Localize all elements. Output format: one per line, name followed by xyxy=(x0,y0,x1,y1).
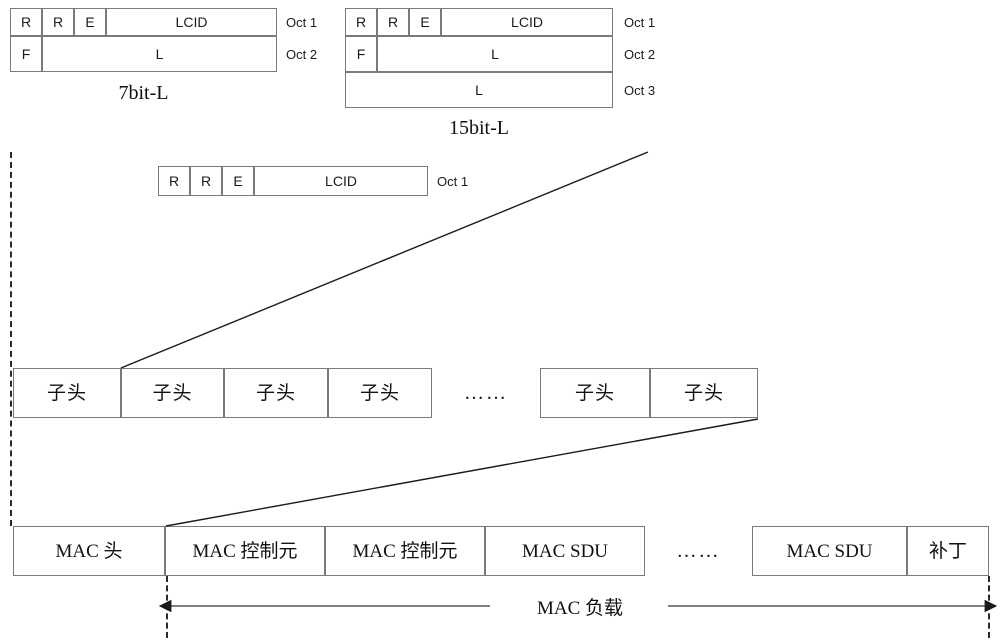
header-15bit-r2-c0: F xyxy=(345,36,377,72)
header-15bit-oct3-label: Oct 3 xyxy=(624,82,656,98)
subheader-cell: 子头 xyxy=(540,368,650,418)
subheader-ellipsis: …… xyxy=(464,381,508,404)
header-1oct-c1: R xyxy=(190,166,222,196)
header-7bit-r2-c0: F xyxy=(10,36,42,72)
pdu-ellipsis: …… xyxy=(676,539,721,562)
pdu-cell-mac-ce: MAC 控制元 xyxy=(165,526,325,576)
header-15bit-r1-c1: R xyxy=(377,8,409,36)
header-7bit-r1-c2: E xyxy=(74,8,106,36)
header-15bit-r3-c0: L xyxy=(345,72,613,108)
header-7bit-oct1-label: Oct 1 xyxy=(286,14,318,30)
header-15bit-oct2-label: Oct 2 xyxy=(624,46,656,62)
pdu-cell-mac-header: MAC 头 xyxy=(13,526,165,576)
pdu-cell-padding: 补丁 xyxy=(907,526,989,576)
subheader-cell: 子头 xyxy=(13,368,121,418)
header-15bit-r1-c3: LCID xyxy=(441,8,613,36)
header-1oct-c3: LCID xyxy=(254,166,428,196)
subheader-cell: 子头 xyxy=(121,368,224,418)
payload-start-dashed-line xyxy=(166,576,168,638)
header-7bit-caption: 7bit-L xyxy=(118,82,169,104)
header-7bit-r1-c3: LCID xyxy=(106,8,277,36)
subheader-cell: 子头 xyxy=(328,368,432,418)
left-boundary-dashed-line xyxy=(10,152,12,526)
header-15bit-caption: 15bit-L xyxy=(449,117,509,139)
pdu-cell-mac-ce: MAC 控制元 xyxy=(325,526,485,576)
diagram-canvas: R R E LCID F L Oct 1 Oct 2 7bit-L R R E … xyxy=(0,0,1000,640)
subheader-cell: 子头 xyxy=(224,368,328,418)
payload-arrow-label: MAC 负载 xyxy=(536,597,624,619)
header-15bit-r2-c1: L xyxy=(377,36,613,72)
subheader-cell: 子头 xyxy=(650,368,758,418)
header-7bit-r2-c1: L xyxy=(42,36,277,72)
pdu-expansion-line xyxy=(165,418,759,527)
payload-end-dashed-line xyxy=(988,576,990,638)
header-1oct-oct1-label: Oct 1 xyxy=(437,173,469,189)
header-7bit-r1-c0: R xyxy=(10,8,42,36)
header-7bit-oct2-label: Oct 2 xyxy=(286,46,318,62)
header-7bit-r1-c1: R xyxy=(42,8,74,36)
pdu-cell-mac-sdu: MAC SDU xyxy=(752,526,907,576)
header-15bit-r1-c2: E xyxy=(409,8,441,36)
header-15bit-oct1-label: Oct 1 xyxy=(624,14,656,30)
pdu-cell-mac-sdu: MAC SDU xyxy=(485,526,645,576)
header-1oct-c0: R xyxy=(158,166,190,196)
header-15bit-r1-c0: R xyxy=(345,8,377,36)
header-1oct-c2: E xyxy=(222,166,254,196)
